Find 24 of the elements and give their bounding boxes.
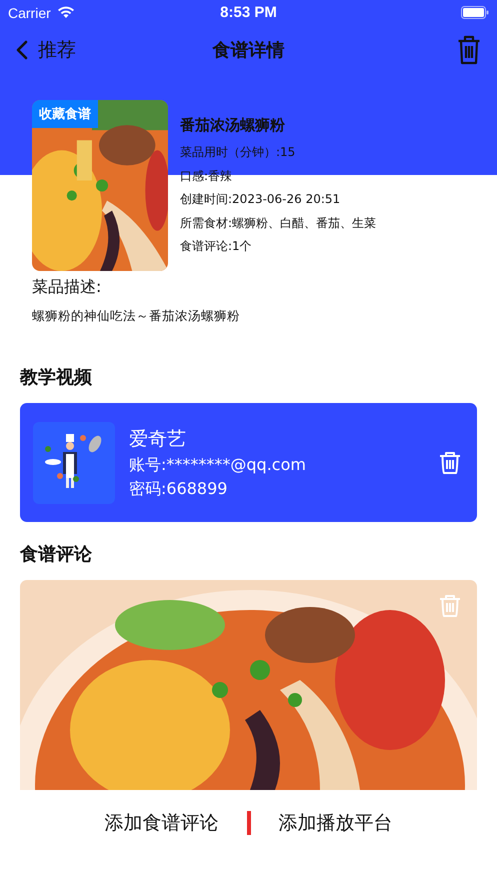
- section-title: 教学视频: [18, 366, 93, 389]
- recipe-detail: 创建时间:2023-06-26 20:51: [180, 191, 342, 208]
- favorite-badge[interactable]: 收藏食谱: [32, 100, 98, 128]
- platform-name: 爱奇艺: [129, 426, 187, 452]
- platform-card[interactable]: 爱奇艺 账号:********@qq.com 密码:668899: [20, 403, 477, 522]
- back-button[interactable]: 推荐: [16, 37, 76, 63]
- page-title: 食谱详情: [212, 39, 284, 62]
- recipe-detail: 菜品用时（分钟）:15: [180, 144, 296, 161]
- password-text: 密码:668899: [129, 478, 228, 500]
- wifi-icon: [56, 6, 75, 19]
- recipe-detail: 食谱评论:1个: [180, 238, 253, 255]
- delete-icon[interactable]: [457, 35, 481, 65]
- add-button[interactable]: 添加食谱评论: [84, 804, 238, 842]
- description-text: 螺狮粉的神仙吃法～番茄浓汤螺狮粉: [32, 308, 241, 325]
- account-text: 账号:********@qq.com: [129, 454, 306, 476]
- battery-icon: [461, 6, 489, 19]
- back-icon: [16, 40, 28, 60]
- section-title: 食谱评论: [18, 543, 93, 566]
- recipe-name: 番茄浓汤螺狮粉: [180, 116, 286, 135]
- recipe-detail: 所需食材:螺狮粉、白醋、番茄、生菜: [180, 214, 376, 232]
- description-label: 菜品描述:: [32, 277, 102, 298]
- add-button[interactable]: 添加播放平台: [258, 804, 412, 842]
- status-time: 8:53 PM: [220, 4, 277, 21]
- carrier-name: Carrier: [8, 4, 51, 20]
